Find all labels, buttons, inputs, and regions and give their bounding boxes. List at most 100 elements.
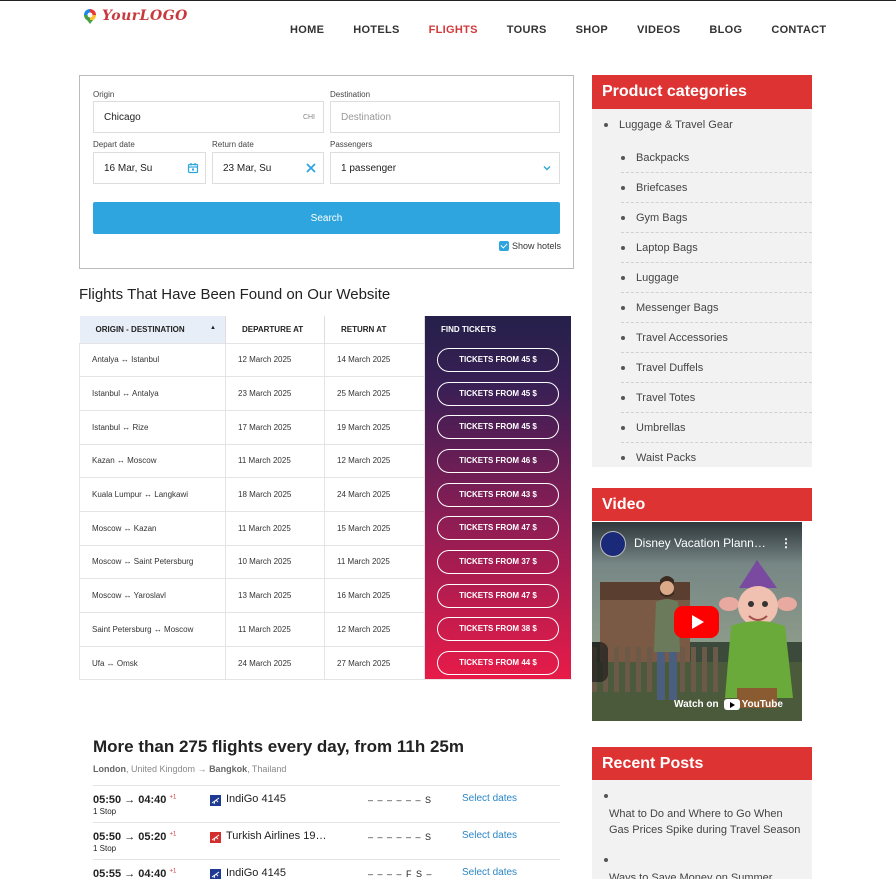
product-categories-widget: Product categories Luggage & Travel Gear… — [592, 75, 812, 467]
header-return[interactable]: RETURN AT — [324, 316, 425, 343]
select-dates-link[interactable]: Select dates — [462, 793, 517, 804]
tickets-button[interactable]: TICKETS FROM 38 $ — [437, 617, 559, 642]
table-row: Ufa ↔ Omsk 24 March 2025 27 March 2025 TICK… — [79, 645, 572, 681]
from-city: London — [93, 764, 126, 774]
play-button-icon[interactable] — [674, 606, 719, 638]
category-item[interactable]: Travel Accessories — [592, 323, 812, 353]
category-item[interactable]: Backpacks — [592, 143, 812, 173]
show-hotels-toggle[interactable]: Show hotels — [498, 241, 561, 251]
nav-shop[interactable]: SHOP — [576, 24, 608, 36]
flight-search-form: Origin Chicago CHI Destination Destinati… — [79, 75, 574, 269]
airline-name: IndiGo 4145 — [226, 793, 286, 805]
tickets-cell: TICKETS FROM 46 $ — [425, 444, 573, 478]
category-item[interactable]: Waist Packs — [592, 443, 812, 473]
return-date-field[interactable]: 23 Mar, Su — [212, 152, 324, 184]
category-item[interactable]: Umbrellas — [592, 413, 812, 443]
category-item[interactable]: Laptop Bags — [592, 233, 812, 263]
tickets-cell: TICKETS FROM 38 $ — [425, 613, 573, 647]
recent-post-2[interactable]: Ways to Save Money on Summer — [592, 870, 802, 879]
video-widget-title: Video — [592, 488, 812, 521]
return-cell: 15 March 2025 — [324, 510, 425, 546]
tickets-button[interactable]: TICKETS FROM 45 $ — [437, 381, 559, 406]
header-departure[interactable]: DEPARTURE AT — [225, 316, 325, 343]
category-luggage-travel-gear[interactable]: Luggage & Travel Gear — [592, 115, 812, 143]
departure-cell: 24 March 2025 — [225, 645, 325, 681]
table-row: Moscow ↔ Kazan 11 March 2025 15 March 2025… — [79, 510, 573, 546]
route-cell: Moscow ↔ Kazan — [79, 510, 226, 546]
airline-name: Turkish Airlines 19… — [226, 830, 327, 842]
flight-stops: 1 Stop — [93, 807, 117, 816]
category-list: Luggage & Travel Gear — [592, 109, 812, 143]
tickets-button[interactable]: TICKETS FROM 45 $ — [437, 415, 559, 440]
return-cell: 24 March 2025 — [324, 477, 425, 512]
category-item[interactable]: Travel Duffels — [592, 353, 812, 383]
flight-days: – – – – F S – — [368, 869, 433, 879]
tickets-button[interactable]: TICKETS FROM 44 $ — [437, 650, 559, 675]
tickets-button[interactable]: TICKETS FROM 37 $ — [437, 549, 559, 574]
header-origin-destination[interactable]: ORIGIN - DESTINATION ▲ — [79, 316, 226, 343]
nav-home[interactable]: HOME — [290, 24, 324, 36]
nav-contact[interactable]: CONTACT — [771, 24, 826, 36]
flight-days: – – – – – – S — [368, 832, 433, 842]
category-item[interactable]: Briefcases — [592, 173, 812, 203]
tickets-button[interactable]: TICKETS FROM 45 $ — [437, 347, 559, 372]
category-item[interactable]: Messenger Bags — [592, 293, 812, 323]
return-label: Return date — [212, 140, 254, 149]
more-options-icon[interactable]: ⋮ — [780, 536, 792, 550]
nav-flights[interactable]: FLIGHTS — [429, 24, 478, 36]
select-dates-link[interactable]: Select dates — [462, 830, 517, 841]
departure-cell: 10 March 2025 — [225, 544, 325, 579]
next-day-marker: +1 — [169, 868, 177, 875]
nav-blog[interactable]: BLOG — [709, 24, 742, 36]
departure-cell: 13 March 2025 — [225, 578, 325, 613]
more-flights-title: More than 275 flights every day, from 11… — [93, 737, 464, 756]
youtube-video-embed[interactable]: Disney Vacation Plann… ⋮ Watch on YouTub… — [592, 522, 802, 721]
tickets-button[interactable]: TICKETS FROM 43 $ — [437, 482, 559, 507]
origin-value: Chicago — [104, 111, 141, 123]
clear-date-icon[interactable] — [305, 162, 317, 174]
departure-cell: 18 March 2025 — [225, 477, 325, 512]
recent-post-1[interactable]: What to Do and Where to Go When Gas Pric… — [592, 806, 802, 838]
route-cell: Kuala Lumpur ↔ Langkawi — [79, 477, 226, 512]
flight-time: 05:50 → 04:40 +1 — [93, 794, 177, 806]
return-cell: 19 March 2025 — [324, 409, 425, 445]
passengers-select[interactable]: 1 passenger — [330, 152, 560, 184]
nav-hotels[interactable]: HOTELS — [353, 24, 399, 36]
route-cell: Kazan ↔ Moscow — [79, 443, 226, 478]
calendar-icon[interactable] — [187, 162, 199, 174]
origin-field[interactable]: Chicago CHI — [93, 101, 324, 133]
show-hotels-checkbox[interactable] — [498, 241, 509, 251]
tickets-cell: TICKETS FROM 47 $ — [425, 511, 573, 545]
watch-on-youtube[interactable]: Watch on YouTube — [674, 695, 790, 713]
origin-code: CHI — [302, 113, 315, 121]
tickets-cell: TICKETS FROM 45 $ — [425, 377, 573, 411]
to-city: Bangkok — [209, 764, 248, 774]
nav-videos[interactable]: VIDEOS — [637, 24, 680, 36]
category-item[interactable]: Luggage — [592, 263, 812, 293]
channel-avatar[interactable] — [600, 531, 626, 557]
tickets-button[interactable]: TICKETS FROM 47 $ — [437, 583, 559, 608]
top-border — [0, 0, 896, 1]
tickets-button[interactable]: TICKETS FROM 46 $ — [437, 448, 559, 473]
depart-value: 16 Mar, Su — [104, 162, 153, 174]
table-row: Antalya ↔ Istanbul 12 March 2025 14 March … — [79, 342, 573, 377]
depart-date-field[interactable]: 16 Mar, Su — [93, 152, 206, 184]
category-item[interactable]: Travel Totes — [592, 383, 812, 413]
to-country: , Thailand — [247, 764, 287, 774]
video-caption[interactable]: Disney Vacation Plann… — [634, 536, 766, 550]
nav-tours[interactable]: TOURS — [507, 24, 547, 36]
next-day-marker: +1 — [169, 831, 177, 838]
category-item[interactable]: Gym Bags — [592, 203, 812, 233]
tickets-button[interactable]: TICKETS FROM 47 $ — [437, 516, 559, 541]
departure-cell: 23 March 2025 — [225, 376, 325, 411]
route-cell: Antalya ↔ Istanbul — [79, 342, 226, 377]
flight-option-row: 05:55 → 04:40 +1 IndiGo 4145 – – – – F S –… — [93, 859, 560, 879]
route-subtitle: London, United Kingdom → Bangkok, Thaila… — [93, 764, 286, 774]
search-button[interactable]: Search — [93, 202, 560, 234]
video-side-control[interactable] — [592, 642, 608, 682]
select-dates-link[interactable]: Select dates — [462, 867, 517, 878]
table-row: Moscow ↔ Yaroslavl 13 March 2025 16 March … — [79, 578, 573, 613]
table-row: Istanbul ↔ Antalya 23 March 2025 25 March … — [79, 376, 573, 411]
site-logo[interactable]: YourLOGO — [82, 8, 188, 24]
destination-field[interactable]: Destination — [330, 101, 560, 133]
